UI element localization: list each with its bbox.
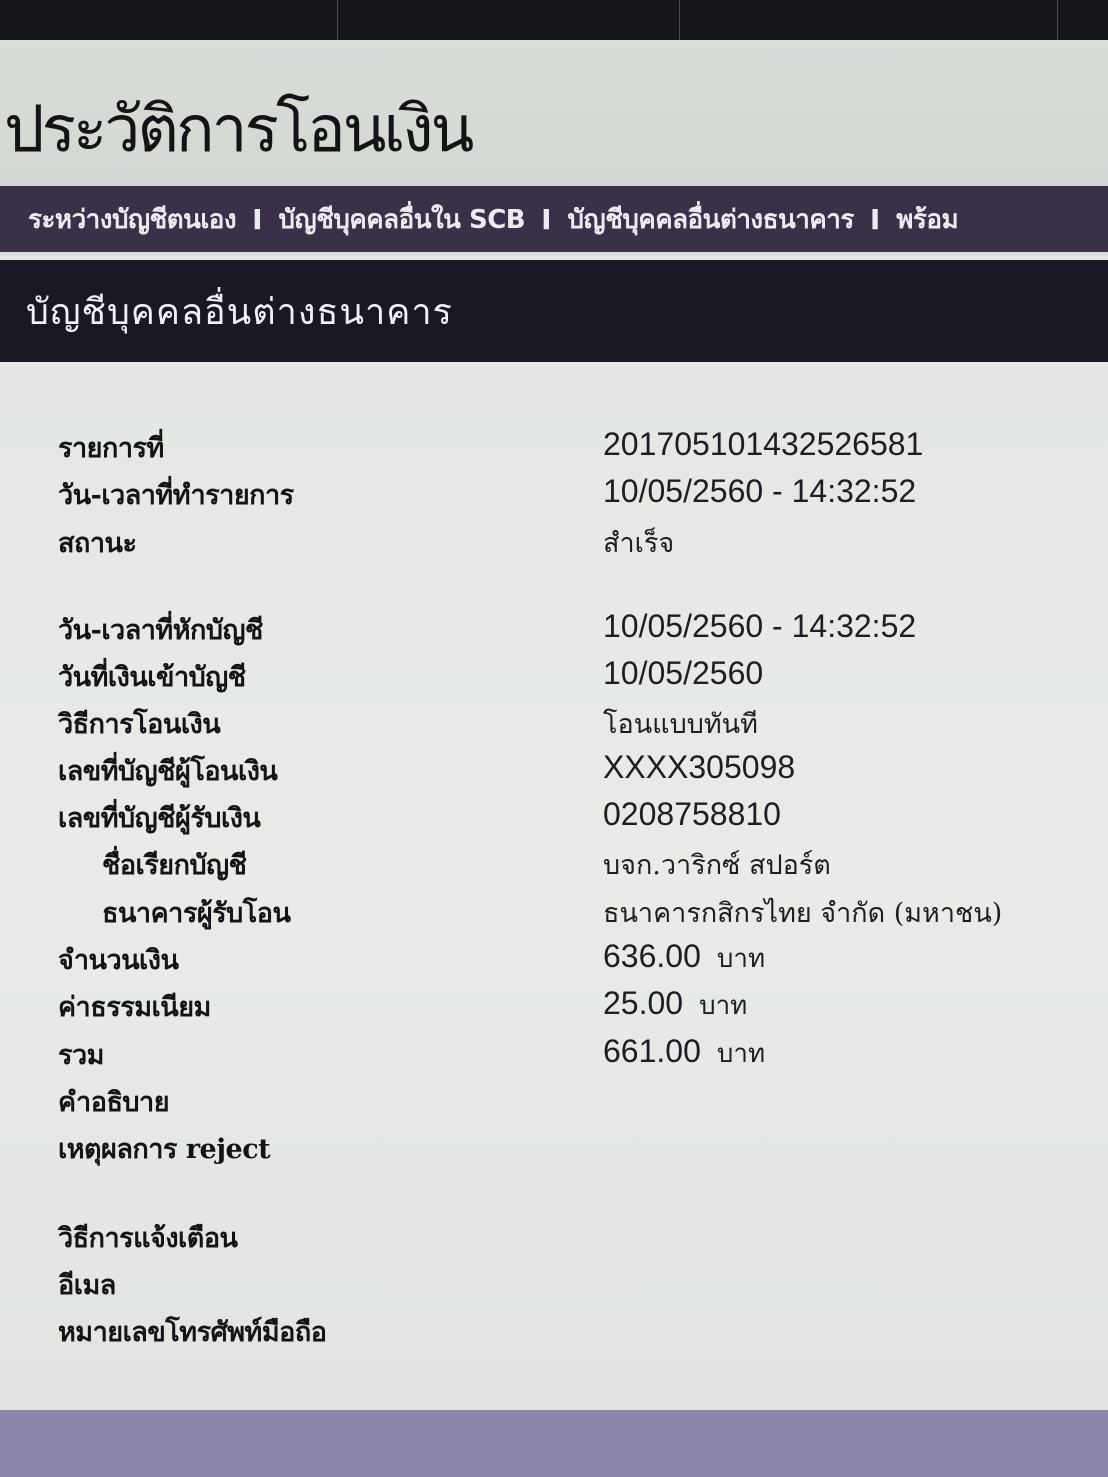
- mobile-label: หมายเลขโทรศัพท์มือถือ: [58, 1317, 327, 1348]
- receiver-account-label: เลขที่บัญชีผู้รับเงิน: [58, 803, 261, 834]
- top-nav-tab[interactable]: [0, 0, 338, 40]
- top-nav-tab[interactable]: [1058, 0, 1108, 40]
- page-title: ประวัติการโอนเงิน: [4, 93, 474, 167]
- transfer-type-nav: ระหว่างบัญชีตนเอง I บัญชีบุคคลอื่นใน SCB…: [0, 186, 1108, 256]
- detail-row: วัน-เวลาที่หักบัญชี 10/05/2560 - 14:32:5…: [0, 608, 1108, 654]
- currency-unit: บาท: [716, 1039, 766, 1069]
- fee-value: 25.00 บาท: [603, 985, 747, 1026]
- detail-row: คำอธิบาย: [0, 1080, 1108, 1126]
- amount-label: จำนวนเงิน: [58, 945, 179, 976]
- transaction-datetime-label: วัน-เวลาที่ทำรายการ: [58, 480, 294, 511]
- nav-other-bank[interactable]: บัญชีบุคคลอื่นต่างธนาคาร: [568, 199, 855, 240]
- currency-unit: บาท: [699, 991, 748, 1021]
- top-nav-tab[interactable]: [338, 0, 680, 40]
- nav-promptpay[interactable]: พร้อม: [896, 199, 958, 240]
- credit-date-label: วันที่เงินเข้าบัญชี: [58, 662, 246, 693]
- detail-row: วิธีการแจ้งเตือน: [0, 1216, 1108, 1262]
- detail-row: ชื่อเรียกบัญชี บจก.วาริกซ์ สปอร์ต: [0, 843, 1108, 889]
- top-nav: [0, 0, 1108, 40]
- top-nav-tab[interactable]: [680, 0, 1058, 40]
- detail-row: สถานะ สำเร็จ: [0, 521, 1108, 567]
- sender-account-value: XXXX305098: [603, 749, 796, 785]
- receiver-account-value: 0208758810: [603, 796, 781, 832]
- transaction-datetime-value: 10/05/2560 - 14:32:52: [603, 473, 917, 509]
- transfer-method-label: วิธีการโอนเงิน: [58, 709, 221, 740]
- receiver-bank-label: ธนาคารผู้รับโอน: [102, 898, 291, 929]
- debit-datetime-label: วัน-เวลาที่หักบัญชี: [58, 615, 263, 646]
- nav-separator: I: [869, 202, 881, 236]
- page-header: ประวัติการโอนเงิน: [0, 40, 1108, 186]
- fee-number: 25.00: [603, 985, 684, 1021]
- nav-separator: I: [541, 202, 552, 236]
- amount-number: 636.00: [603, 938, 701, 974]
- transaction-no-label: รายการที่: [58, 433, 164, 464]
- footer-band: [0, 1410, 1108, 1477]
- debit-datetime-value: 10/05/2560 - 14:32:52: [603, 608, 917, 644]
- fee-label: ค่าธรรมเนียม: [58, 992, 211, 1023]
- detail-row: จำนวนเงิน 636.00 บาท: [0, 938, 1108, 984]
- section-title: บัญชีบุคคลอื่นต่างธนาคาร: [26, 291, 453, 333]
- credit-date-value: 10/05/2560: [603, 655, 764, 691]
- detail-row: ธนาคารผู้รับโอน ธนาคารกสิกรไทย จำกัด (มห…: [0, 891, 1108, 937]
- detail-row: วันที่เงินเข้าบัญชี 10/05/2560: [0, 655, 1108, 701]
- detail-row: รายการที่ 201705101432526581: [0, 426, 1108, 472]
- status-value: สำเร็จ: [603, 528, 675, 559]
- transfer-method-value: โอนแบบทันที: [603, 709, 758, 740]
- notify-method-label: วิธีการแจ้งเตือน: [58, 1223, 238, 1254]
- detail-row: เลขที่บัญชีผู้โอนเงิน XXXX305098: [0, 749, 1108, 795]
- account-name-label: ชื่อเรียกบัญชี: [102, 850, 247, 881]
- receiver-bank-value: ธนาคารกสิกรไทย จำกัด (มหาชน): [603, 898, 1003, 929]
- detail-row: อีเมล: [0, 1263, 1108, 1309]
- transaction-no-value: 201705101432526581: [603, 426, 924, 462]
- total-number: 661.00: [603, 1033, 701, 1069]
- amount-value: 636.00 บาท: [603, 938, 765, 979]
- nav-other-scb[interactable]: บัญชีบุคคลอื่นใน SCB: [279, 199, 526, 240]
- total-value: 661.00 บาท: [603, 1033, 765, 1074]
- account-name-value: บจก.วาริกซ์ สปอร์ต: [603, 850, 831, 881]
- detail-row: วัน-เวลาที่ทำรายการ 10/05/2560 - 14:32:5…: [0, 473, 1108, 519]
- nav-own-accounts[interactable]: ระหว่างบัญชีตนเอง: [28, 199, 237, 240]
- currency-unit: บาท: [716, 944, 766, 974]
- status-label: สถานะ: [58, 528, 137, 559]
- reject-reason-label: เหตุผลการ reject: [58, 1134, 271, 1165]
- transaction-details: รายการที่ 201705101432526581 วัน-เวลาที่…: [0, 362, 1108, 1410]
- detail-row: ค่าธรรมเนียม 25.00 บาท: [0, 985, 1108, 1031]
- detail-row: รวม 661.00 บาท: [0, 1033, 1108, 1079]
- total-label: รวม: [58, 1040, 104, 1071]
- sender-account-label: เลขที่บัญชีผู้โอนเงิน: [58, 756, 278, 787]
- section-header: บัญชีบุคคลอื่นต่างธนาคาร: [0, 260, 1108, 362]
- nav-separator: I: [252, 202, 263, 236]
- email-label: อีเมล: [58, 1270, 116, 1301]
- description-label: คำอธิบาย: [58, 1087, 170, 1118]
- detail-row: เหตุผลการ reject: [0, 1127, 1108, 1173]
- detail-row: วิธีการโอนเงิน โอนแบบทันที: [0, 702, 1108, 748]
- detail-row: หมายเลขโทรศัพท์มือถือ: [0, 1310, 1108, 1356]
- detail-row: เลขที่บัญชีผู้รับเงิน 0208758810: [0, 796, 1108, 842]
